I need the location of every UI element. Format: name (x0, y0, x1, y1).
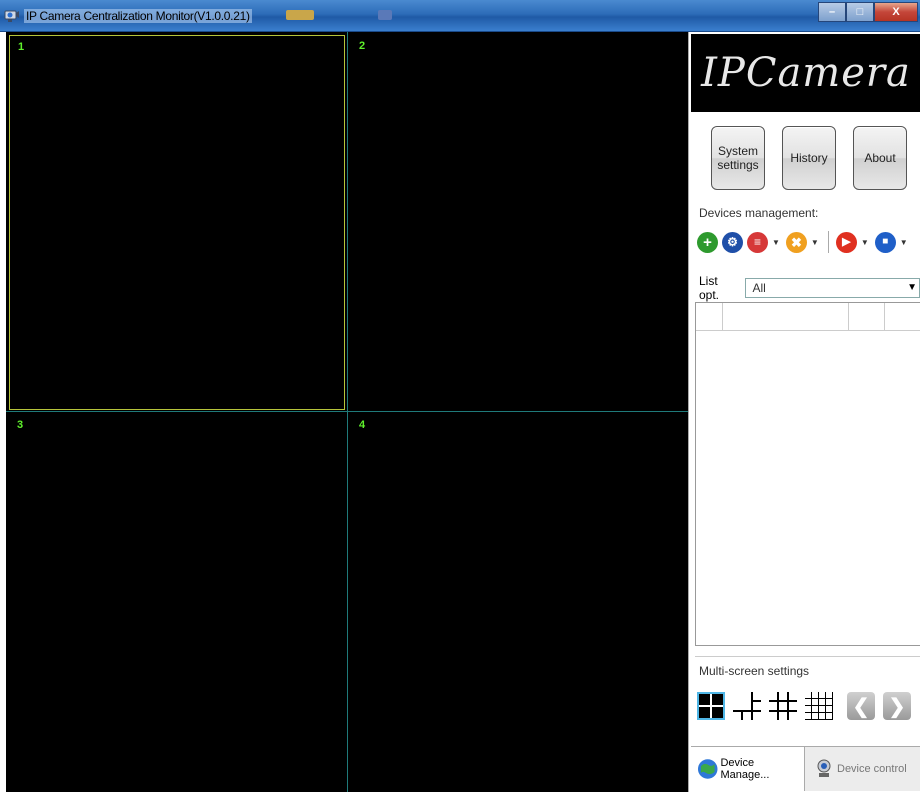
video-cell-2[interactable]: 2 (351, 35, 681, 405)
next-page-icon[interactable]: ❯ (883, 692, 911, 720)
video-grid: 1 2 3 4 (6, 32, 688, 792)
layout-6-icon[interactable] (733, 692, 761, 720)
system-settings-button[interactable]: System settings (711, 126, 765, 190)
tab-label: Device control (837, 763, 907, 775)
list-opt-value: All (752, 281, 766, 295)
about-label: About (864, 151, 896, 165)
tab-device-manage[interactable]: Device Manage... (691, 747, 805, 791)
video-cell-1[interactable]: 1 (9, 35, 345, 410)
search-device-icon[interactable]: ⚙ (722, 231, 743, 253)
layout-4-icon[interactable] (697, 692, 725, 720)
video-cell-3[interactable]: 3 (9, 414, 339, 784)
about-button[interactable]: About (853, 126, 907, 190)
titlebar-decoration (378, 10, 392, 20)
tab-label: Device Manage... (720, 757, 770, 781)
maximize-button[interactable]: □ (846, 2, 874, 22)
tab-device-control[interactable]: Device control (805, 747, 920, 791)
cell-number-label: 4 (359, 419, 366, 431)
video-cell-4[interactable]: 4 (351, 414, 681, 784)
column-divider[interactable] (722, 303, 723, 331)
chevron-down-icon: ▼ (907, 282, 917, 293)
play-icon[interactable]: ▶ (835, 231, 857, 253)
stop-icon[interactable]: ■ (874, 231, 896, 253)
app-icon (4, 10, 19, 22)
system-settings-label: System settings (717, 144, 759, 172)
grid-divider-vertical (347, 32, 348, 792)
bottom-tabs: Device Manage... Device control (691, 746, 920, 791)
device-toolbar: + ⚙ ≡ ▼ ✖ ▼ ▶ ▼ ■ ▼ (697, 230, 910, 254)
add-device-icon[interactable]: + (697, 231, 718, 253)
window-title: IP Camera Centralization Monitor(V1.0.0.… (24, 9, 252, 23)
window-controls: – □ X (818, 2, 918, 22)
chevron-down-icon[interactable]: ▼ (900, 238, 908, 247)
side-panel: IPCamera System settings History About D… (688, 32, 920, 792)
cell-number-label: 3 (17, 419, 24, 431)
multi-screen-label: Multi-screen settings (699, 664, 810, 678)
divider (695, 656, 920, 657)
multi-screen-buttons: ❮ ❯ (697, 692, 911, 720)
webcam-icon (817, 759, 831, 777)
titlebar-decoration (286, 10, 314, 20)
minimize-button[interactable]: – (818, 2, 846, 22)
layout-16-icon[interactable] (805, 692, 833, 720)
grid-divider-horizontal (6, 411, 688, 412)
logo-banner: IPCamera (691, 34, 920, 112)
devices-management-label: Devices management: (699, 206, 819, 220)
toolbar-separator (827, 231, 829, 253)
title-bar[interactable]: IP Camera Centralization Monitor(V1.0.0.… (0, 0, 920, 32)
chevron-down-icon[interactable]: ▼ (772, 238, 780, 247)
list-opt-select[interactable]: All ▼ (745, 278, 920, 298)
device-list[interactable] (695, 302, 920, 646)
prev-page-icon[interactable]: ❮ (847, 692, 875, 720)
device-list-header (696, 303, 920, 331)
edit-device-icon[interactable]: ≡ (747, 231, 768, 253)
globe-icon (697, 759, 718, 779)
delete-device-icon[interactable]: ✖ (785, 231, 807, 253)
chevron-down-icon[interactable]: ▼ (811, 238, 819, 247)
column-divider[interactable] (884, 303, 885, 331)
history-button[interactable]: History (782, 126, 836, 190)
history-label: History (790, 151, 828, 165)
column-divider[interactable] (848, 303, 849, 331)
logo-text: IPCamera (701, 50, 911, 96)
chevron-down-icon[interactable]: ▼ (861, 238, 869, 247)
cell-number-label: 1 (18, 41, 25, 53)
list-option-row: List opt. All ▼ (699, 274, 920, 302)
list-opt-label: List opt. (699, 274, 720, 302)
close-button[interactable]: X (874, 2, 918, 22)
cell-number-label: 2 (359, 40, 366, 52)
layout-9-icon[interactable] (769, 692, 797, 720)
